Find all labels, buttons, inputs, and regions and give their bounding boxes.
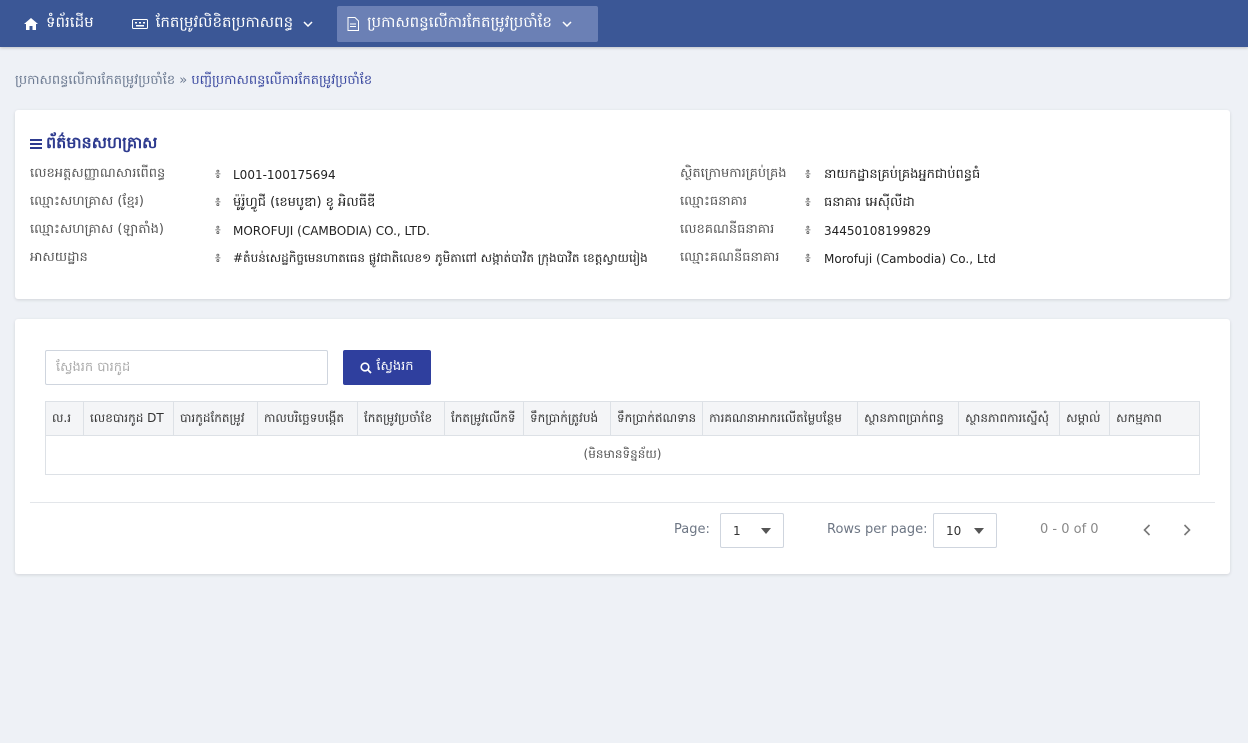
info-label: អាសយដ្ឋាន [30,250,88,265]
table-header-row: ល.រ លេខបារកូដ DT បារកូដកែតម្រូវ កាលបរិច្… [45,401,1200,436]
info-value-bank-account: 34450108199829 [824,224,931,238]
info-value-address: #តំបន់សេដ្ឋកិច្ចមេនហាតធេន ផ្លូវជាតិលេខ១ … [233,251,648,265]
info-label: ឈ្មោះសហគ្រាស (ឡាតាំង) [30,222,164,237]
empty-message: (មិនមានទិន្នន័យ) [45,435,1200,475]
declaration-list-card: ស្វែងរក ល.រ លេខបារកូដ DT បារកូដកែតម្រូវ … [15,319,1230,574]
declaration-table: ល.រ លេខបារកូដ DT បារកូដកែតម្រូវ កាលបរិច្… [45,401,1200,475]
info-row-name-latin: ឈ្មោះសហគ្រាស (ឡាតាំង) [30,221,164,240]
column-header-vat-calculation[interactable]: ការគណនាអាករលើតម្លៃបន្ថែម [702,401,859,436]
info-separator: ៖ [805,251,811,266]
search-button-label: ស្វែងរក [376,359,414,374]
top-navbar: ទំព័រដើម កែតម្រូវលិខិតប្រកាសពន្ធ ប្រកាសព… [0,0,1248,47]
info-title-text: ព័ត៌មានសហគ្រាស [46,133,158,152]
page-select-value: 1 [733,523,741,538]
info-separator: ៖ [805,167,811,182]
info-value-name-latin: MOROFUJI (CAMBODIA) CO., LTD. [233,224,430,238]
divider [30,502,1215,503]
column-header-monthly-correction[interactable]: កែតម្រូវប្រចាំខែ [357,401,445,436]
info-label: លេខគណនីធនាគារ [680,222,775,237]
info-row-address: អាសយដ្ឋាន [30,249,88,268]
column-header-dt-barcode[interactable]: លេខបារកូដ DT [83,401,174,436]
breadcrumb-parent[interactable]: ប្រកាសពន្ធលើការកែតម្រូវប្រចាំខែ [15,73,175,88]
info-separator: ៖ [215,167,221,182]
info-separator: ៖ [805,223,811,238]
info-value-department: នាយកដ្ឋានគ្រប់គ្រងអ្នកជាប់ពន្ធធំ [824,167,981,182]
page-label: Page: [674,522,710,537]
nav-home-label: ទំព័រដើម [46,12,94,31]
column-header-tax-status[interactable]: ស្ថានភាពប្រាក់ពន្ធ [857,401,960,436]
info-value-bank-name: ធនាគារ អេស៊ីលីដា [824,195,915,210]
column-header-note[interactable]: សម្គាល់ [1059,401,1111,436]
info-separator: ៖ [805,195,811,210]
column-header-no[interactable]: ល.រ [45,401,84,436]
column-header-amount-due[interactable]: ទឹកប្រាក់ត្រូវបង់ [523,401,611,436]
nav-home[interactable]: ទំព័រដើម [14,6,104,42]
info-separator: ៖ [215,195,221,210]
info-row-bank-account: លេខគណនីធនាគារ [680,221,774,240]
company-info-card: ព័ត៌មានសហគ្រាស លេខអត្តសញ្ញាណសារពើពន្ធ ៖ … [15,110,1230,299]
info-row-name-kh: ឈ្មោះសហគ្រាស (ខ្មែរ) [30,193,144,212]
table-empty-row: (មិនមានទិន្នន័យ) [45,435,1200,475]
info-title: ព័ត៌មានសហគ្រាស [30,132,157,156]
home-icon [24,17,38,30]
document-icon [347,16,360,31]
info-separator: ៖ [215,223,221,238]
chevron-down-icon [562,20,572,27]
info-row-department: ស្ថិតក្រោមការគ្រប់គ្រង [680,165,787,184]
nav-monthly-correction[interactable]: ប្រកាសពន្ធលើការកែតម្រូវប្រចាំខែ [337,5,599,42]
column-header-action[interactable]: សកម្មភាព [1109,401,1200,436]
breadcrumb-separator: » [179,73,188,88]
info-label: ឈ្មោះសហគ្រាស (ខ្មែរ) [30,194,144,209]
info-value-tin: L001-100175694 [233,168,336,182]
chevron-down-icon [303,20,313,27]
column-header-credit-amount[interactable]: ទឹកប្រាក់ឥណទាន [609,401,704,436]
info-row-bank-name: ឈ្មោះធនាគារ [680,193,747,212]
info-separator: ៖ [215,251,221,266]
search-input[interactable] [45,350,328,385]
column-header-correction-barcode[interactable]: បារកូដកែតម្រូវ [173,401,258,436]
nav-edit-declaration[interactable]: កែតម្រូវលិខិតប្រកាសពន្ធ [122,6,323,42]
search-icon [360,361,373,374]
rows-per-page-value: 10 [946,523,962,538]
info-label: លេខអត្តសញ្ញាណសារពើពន្ធ [30,166,166,181]
column-header-request-status[interactable]: ស្ថានភាពការស្នើសុំ [958,401,1061,436]
info-label: ស្ថិតក្រោមការគ្រប់គ្រង [680,166,787,181]
breadcrumb: ប្រកាសពន្ធលើការកែតម្រូវប្រចាំខែ » បញ្ជីប… [15,72,372,91]
page-select[interactable]: 1 [720,513,784,548]
breadcrumb-current: បញ្ជីប្រកាសពន្ធលើការកែតម្រូវប្រចាំខែ [191,73,373,88]
rows-per-page-label: Rows per page: [827,522,928,537]
nav-edit-declaration-label: កែតម្រូវលិខិតប្រកាសពន្ធ [155,12,294,31]
chevron-right-icon [1183,524,1191,536]
search-button[interactable]: ស្វែងរក [343,350,431,385]
column-header-correction-times[interactable]: កែតម្រូវលើកទី [444,401,524,436]
info-value-account-name: Morofuji (Cambodia) Co., Ltd [824,252,996,266]
info-value-name-kh: ម៉ូរ៉ូហ្វូជី (ខេមបូឌា) ខូ អិលធីឌី [233,195,376,210]
rows-per-page-select[interactable]: 10 [933,513,997,548]
info-label: ឈ្មោះធនាគារ [680,194,747,209]
caret-down-icon [761,527,771,534]
info-label: ឈ្មោះគណនីធនាគារ [680,250,780,265]
info-row-account-name: ឈ្មោះគណនីធនាគារ [680,249,779,268]
caret-down-icon [974,527,984,534]
prev-page-button[interactable] [1136,519,1158,541]
menu-icon [30,139,42,149]
keyboard-icon [131,18,148,29]
column-header-created-date[interactable]: កាលបរិច្ឆេទបង្កើត [257,401,358,436]
nav-monthly-correction-label: ប្រកាសពន្ធលើការកែតម្រូវប្រចាំខែ [367,12,552,31]
chevron-left-icon [1143,524,1151,536]
info-row-tin: លេខអត្តសញ្ញាណសារពើពន្ធ [30,165,165,184]
page-range: 0 - 0 of 0 [1040,522,1099,537]
next-page-button[interactable] [1176,519,1198,541]
